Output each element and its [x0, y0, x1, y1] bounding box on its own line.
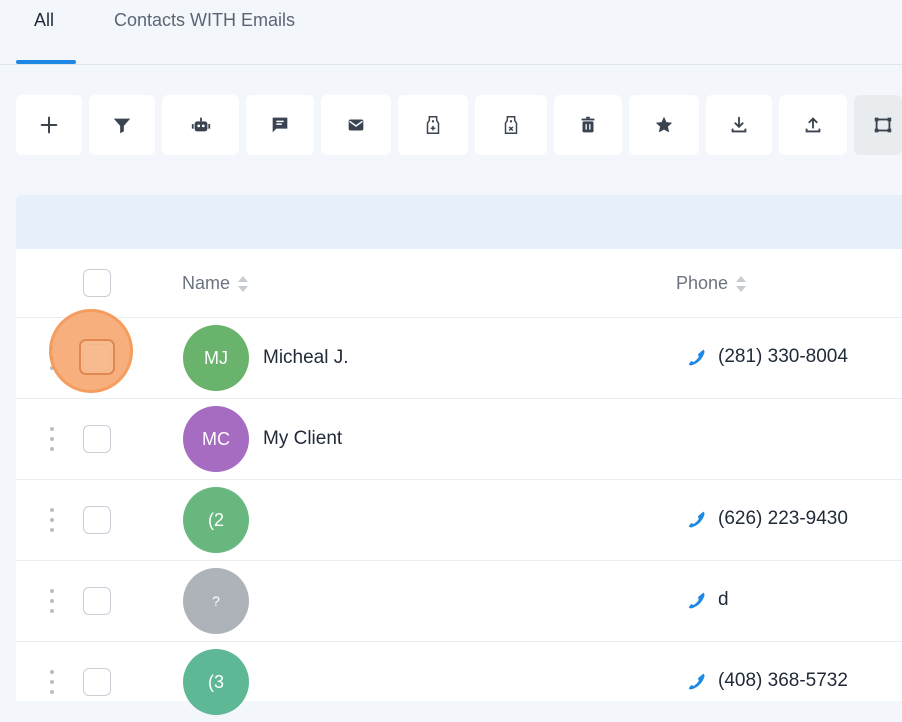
tag-add-icon	[426, 116, 440, 134]
phone-icon	[688, 592, 705, 609]
name-column-header[interactable]: Name	[182, 273, 250, 294]
upload-icon	[805, 117, 821, 133]
avatar: (2	[183, 487, 249, 553]
sort-icon	[238, 275, 249, 292]
sort-icon	[736, 275, 747, 292]
contact-phone[interactable]: d	[686, 589, 729, 611]
export-button[interactable]	[706, 95, 772, 155]
contacts-table: Name Phone MJ Micheal J. (281) 330-8004 …	[16, 249, 902, 715]
remove-tag-button[interactable]	[475, 95, 547, 155]
phone-number: d	[718, 589, 729, 610]
table-row[interactable]: MJ Micheal J. (281) 330-8004	[16, 318, 902, 399]
contact-name[interactable]: My Client	[263, 428, 342, 450]
delete-button[interactable]	[554, 95, 622, 155]
avatar: (3	[183, 649, 249, 715]
contact-name[interactable]: Micheal J.	[263, 347, 349, 369]
avatar: MC	[183, 406, 249, 472]
tab-contacts-with-emails[interactable]: Contacts WITH Emails	[114, 10, 295, 31]
row-checkbox[interactable]	[83, 668, 111, 696]
phone-header-label: Phone	[676, 273, 729, 293]
phone-icon	[688, 349, 705, 366]
trash-icon	[581, 116, 595, 133]
contact-phone[interactable]: (408) 368-5732	[686, 670, 848, 692]
download-icon	[731, 116, 747, 133]
avatar: MJ	[183, 325, 249, 391]
phone-number: (408) 368-5732	[718, 670, 848, 691]
contact-phone[interactable]: (626) 223-9430	[686, 508, 848, 530]
contact-phone[interactable]: (281) 330-8004	[686, 346, 848, 368]
phone-column-header[interactable]: Phone	[676, 273, 748, 294]
drag-handle-icon[interactable]	[50, 670, 56, 694]
contact-tabs: All Contacts WITH Emails	[0, 0, 902, 65]
message-icon	[272, 117, 288, 133]
table-row[interactable]: (3 (408) 368-5732	[16, 642, 902, 722]
import-button[interactable]	[779, 95, 847, 155]
phone-icon	[688, 673, 705, 690]
drag-handle-icon[interactable]	[50, 589, 56, 613]
merge-icon	[874, 117, 892, 133]
automation-button[interactable]	[162, 95, 239, 155]
select-all-checkbox[interactable]	[83, 269, 111, 297]
table-row[interactable]: (2 (626) 223-9430	[16, 480, 902, 561]
name-header-label: Name	[182, 273, 231, 293]
table-info-band	[16, 195, 902, 249]
tag-remove-icon	[504, 116, 518, 134]
add-contact-button[interactable]	[16, 95, 82, 155]
star-icon	[655, 116, 673, 133]
plus-icon	[40, 116, 58, 134]
row-checkbox[interactable]	[83, 506, 111, 534]
table-row[interactable]: ? d	[16, 561, 902, 642]
favorite-button[interactable]	[629, 95, 699, 155]
add-tag-button[interactable]	[398, 95, 468, 155]
table-row[interactable]: MC My Client	[16, 399, 902, 480]
drag-handle-icon[interactable]	[50, 427, 56, 451]
drag-handle-icon[interactable]	[50, 508, 56, 532]
row-checkbox[interactable]	[83, 587, 111, 615]
table-header: Name Phone	[16, 249, 902, 318]
avatar: ?	[183, 568, 249, 634]
tab-all[interactable]: All	[34, 10, 54, 31]
active-tab-indicator	[16, 60, 76, 64]
filter-button[interactable]	[89, 95, 155, 155]
send-email-button[interactable]	[321, 95, 391, 155]
phone-number: (281) 330-8004	[718, 346, 848, 367]
filter-icon	[113, 118, 131, 134]
merge-button[interactable]	[854, 95, 902, 155]
phone-icon	[688, 511, 705, 528]
phone-number: (626) 223-9430	[718, 508, 848, 529]
highlighted-row-checkbox[interactable]	[79, 339, 115, 375]
mail-icon	[348, 119, 364, 131]
row-checkbox[interactable]	[83, 425, 111, 453]
send-sms-button[interactable]	[246, 95, 314, 155]
robot-icon	[191, 117, 210, 132]
